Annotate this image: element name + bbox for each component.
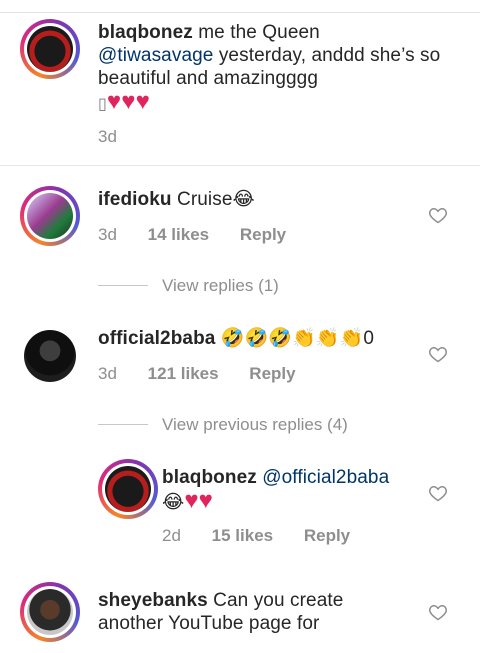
- avatar-image: [27, 589, 73, 635]
- comment-avatar[interactable]: [20, 186, 80, 246]
- view-previous-replies-link[interactable]: View previous replies (4): [162, 415, 348, 435]
- comment-text: official2baba 🤣🤣🤣👏👏👏0: [98, 328, 375, 349]
- reply-time: 2d: [162, 526, 181, 545]
- comment-time: 3d: [98, 225, 117, 244]
- heart-icon[interactable]: [428, 205, 448, 225]
- avatar-image: [27, 26, 73, 72]
- heart-icon[interactable]: [428, 344, 448, 364]
- comment-avatar[interactable]: [20, 582, 80, 642]
- avatar-image: [105, 466, 151, 512]
- reply-button[interactable]: Reply: [249, 364, 295, 383]
- comment-meta: 3d 14 likes Reply: [98, 225, 286, 245]
- heart-icon[interactable]: [428, 602, 448, 622]
- caption-avatar[interactable]: [20, 19, 80, 79]
- caption-emoji: ▯♥♥♥: [98, 88, 150, 115]
- comment-time: 3d: [98, 364, 117, 383]
- comment-text: ifedioku Cruise😂: [98, 189, 255, 210]
- avatar-image: [27, 193, 73, 239]
- comment-likes[interactable]: 14 likes: [148, 225, 209, 244]
- comment-username[interactable]: ifedioku: [98, 189, 172, 210]
- comment-likes[interactable]: 121 likes: [148, 364, 219, 383]
- reply-text: blaqbonez @official2baba 😂♥♥: [162, 466, 422, 514]
- caption-text: blaqbonez me the Queen @tiwasavage yeste…: [98, 22, 441, 115]
- caption-username[interactable]: blaqbonez: [98, 22, 193, 43]
- reply-button[interactable]: Reply: [304, 526, 350, 545]
- comment-meta: 3d 121 likes Reply: [98, 364, 296, 384]
- view-replies-link[interactable]: View replies (1): [162, 276, 279, 296]
- replies-divider: [98, 285, 148, 286]
- reply-avatar[interactable]: [98, 459, 158, 519]
- comment-username[interactable]: official2baba: [98, 328, 215, 349]
- replies-divider: [98, 424, 148, 425]
- comment-text: sheyebanks Can you create another YouTub…: [98, 590, 344, 634]
- comments-screen: blaqbonez me the Queen @tiwasavage yeste…: [0, 0, 480, 653]
- reply-likes[interactable]: 15 likes: [212, 526, 273, 545]
- reply-emoji: 😂♥♥: [162, 487, 214, 514]
- comment-username[interactable]: sheyebanks: [98, 590, 208, 611]
- caption-time: 3d: [98, 127, 117, 146]
- caption-mention[interactable]: @tiwasavage: [98, 45, 213, 66]
- reply-username[interactable]: blaqbonez: [162, 467, 257, 488]
- post-caption: blaqbonez me the Queen @tiwasavage yeste…: [0, 12, 480, 166]
- reply-button[interactable]: Reply: [240, 225, 286, 244]
- reply-mention[interactable]: @official2baba: [262, 467, 389, 488]
- comment-avatar[interactable]: [24, 330, 76, 382]
- heart-icon[interactable]: [428, 483, 448, 503]
- reply-meta: 2d 15 likes Reply: [162, 526, 350, 546]
- avatar-image: [24, 330, 76, 382]
